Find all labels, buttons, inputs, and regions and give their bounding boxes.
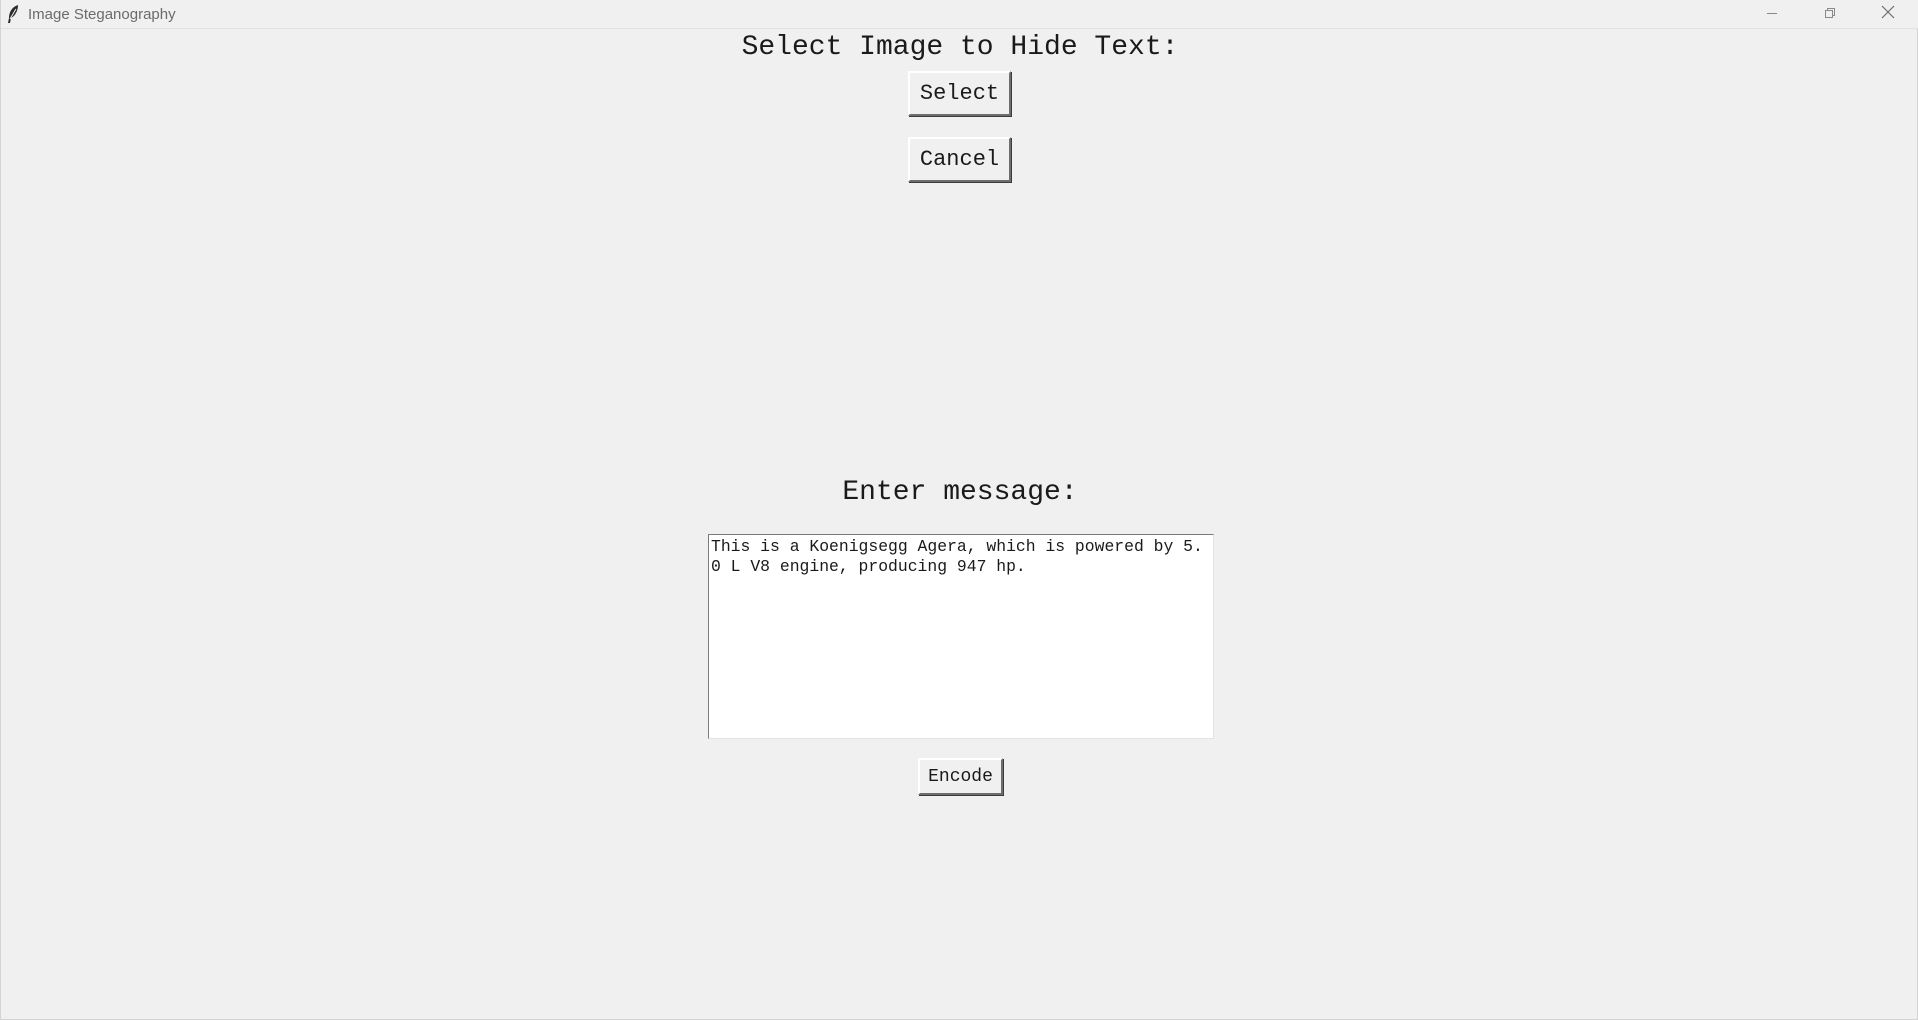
restore-icon [1824,6,1836,24]
window-title: Image Steganography [28,6,176,23]
enter-message-heading: Enter message: [842,477,1078,508]
feather-icon [6,4,20,24]
encode-button[interactable]: Encode [918,758,1003,795]
close-icon [1881,5,1895,24]
select-image-heading: Select Image to Hide Text: [741,32,1179,63]
app-window: Image Steganography Select Image to Hide… [0,0,1918,1020]
minimize-icon [1766,6,1778,24]
title-bar[interactable]: Image Steganography [1,0,1918,29]
close-button[interactable] [1859,0,1917,29]
message-textarea[interactable]: This is a Koenigsegg Agera, which is pow… [708,534,1214,739]
maximize-button[interactable] [1801,0,1859,29]
cancel-button[interactable]: Cancel [908,137,1011,182]
select-button[interactable]: Select [908,71,1011,116]
minimize-button[interactable] [1743,0,1801,29]
